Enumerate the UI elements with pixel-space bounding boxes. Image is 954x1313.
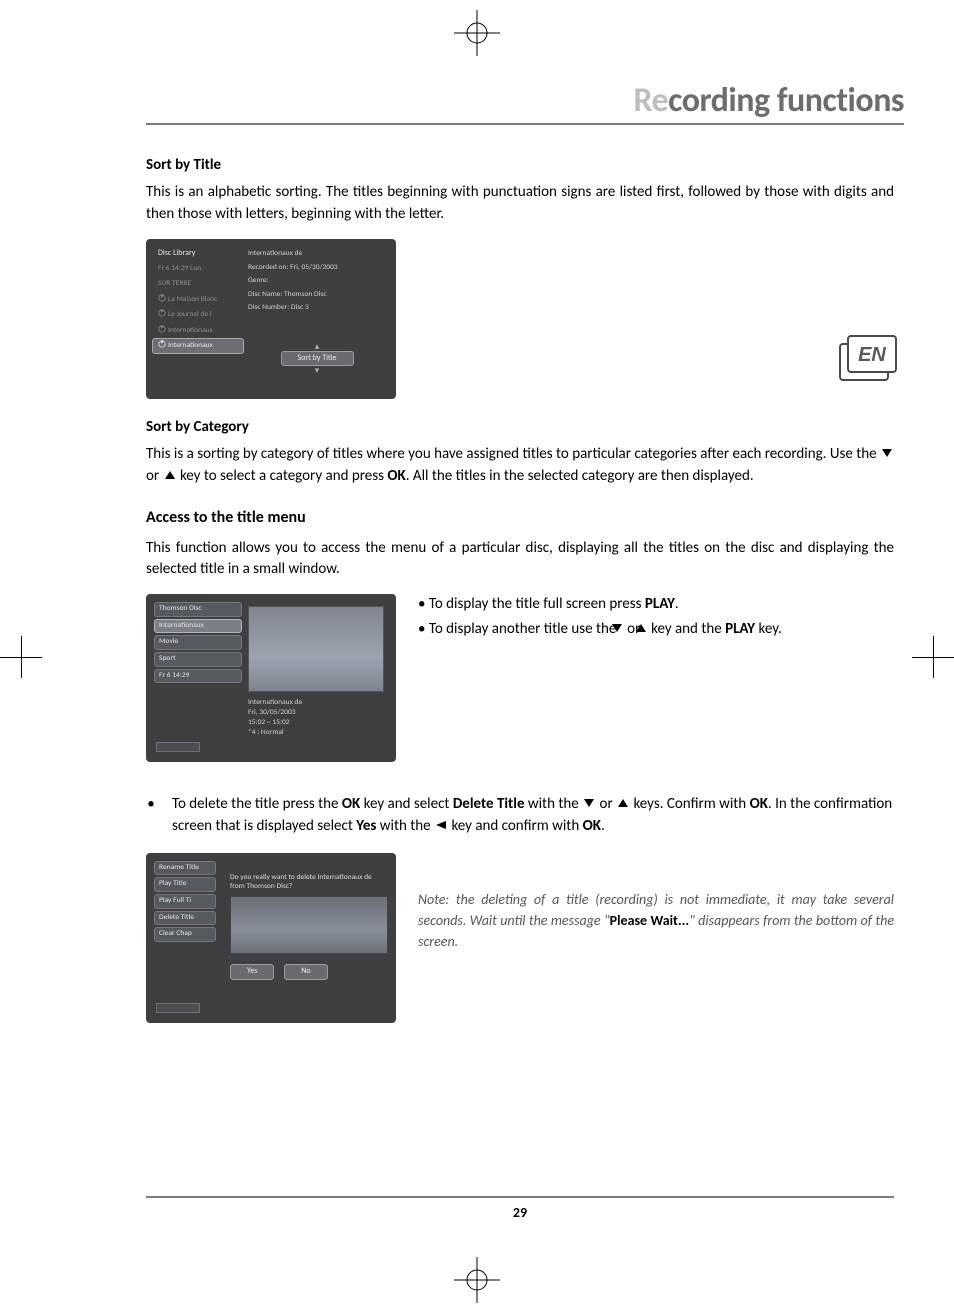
language-badge: EN (834, 332, 904, 386)
shot2-item: Thomson Disc (154, 602, 242, 617)
header-title-part1: Re (633, 80, 668, 121)
shot2-bottom-bar (156, 742, 200, 752)
shot1-item: Le Journal de l (152, 307, 244, 323)
sort-by-title-heading: Sort by Title (146, 155, 894, 176)
shot1-item: Internationaux (152, 323, 244, 339)
title-menu-bullets: To display the title full screen press P… (418, 594, 894, 646)
screenshot-disc-library: Disc Library Fr 6 14:29 Lun SUR TERRE La… (146, 239, 396, 399)
registration-mark-bottom (454, 1257, 500, 1303)
shot3-dialog-text: Do you really want to delete Internation… (230, 873, 384, 893)
shot2-item: Sport (154, 652, 242, 667)
chevron-down-icon: ▾ (248, 366, 386, 375)
shot3-bottom-bar (156, 1003, 200, 1013)
arrow-up-icon (616, 795, 630, 816)
shot3-dialog-preview (230, 896, 388, 954)
page-footer: 29 (146, 1196, 894, 1221)
shot2-caption: Internationaux de Fri, 30/05/2003 15:02 … (248, 698, 302, 739)
shot3-no-button: No (284, 964, 327, 979)
delete-title-bullet: • To delete the title press the OK key a… (146, 794, 894, 839)
svg-text:EN: EN (858, 344, 886, 366)
registration-mark-top (454, 10, 500, 56)
arrow-up-icon (644, 620, 648, 641)
shot1-info-genre: Genre: (248, 276, 386, 287)
shot2-item: Fr 6 14:29 (154, 669, 242, 684)
access-title-menu-heading: Access to the title menu (146, 507, 894, 530)
crop-mark-left (0, 636, 42, 678)
shot3-menu-item: Delete Title (154, 911, 216, 926)
shot1-item-selected: Internationaux (152, 338, 244, 354)
shot2-item-selected: Internationaux (154, 619, 242, 634)
shot1-info-title: Internationaux de (248, 249, 386, 260)
sort-by-category-para: This is a sorting by category of titles … (146, 444, 894, 489)
arrow-down-icon (582, 795, 596, 816)
shot1-item: Fr 6 14:29 Lun (152, 262, 244, 277)
shot1-item: La Maison Blanc (152, 292, 244, 308)
shot3-menu-item: Clear Chap (154, 927, 216, 942)
delete-note: Note: the deleting of a title (recording… (418, 889, 894, 952)
shot1-info-discnum: Disc Number: Disc 3 (248, 303, 386, 314)
chevron-up-icon: ▴ (248, 342, 386, 351)
shot2-item: Movie (154, 635, 242, 650)
screenshot-title-menu: Thomson Disc Internationaux Movie Sport … (146, 594, 396, 762)
arrow-left-icon (434, 817, 448, 838)
sort-by-title-para: This is an alphabetic sorting. The title… (146, 182, 894, 225)
shot2-preview (248, 606, 384, 692)
screenshot-delete-confirm: Rename Title Play Title Play Full Ti Del… (146, 853, 396, 1023)
shot1-info-recorded: Recorded on: Fri, 05/30/2003 (248, 263, 386, 274)
crop-mark-right (912, 636, 954, 678)
shot1-item: SUR TERRE (152, 277, 244, 292)
shot3-menu-item: Rename Title (154, 861, 216, 876)
arrow-down-icon (880, 445, 894, 466)
page-number: 29 (513, 1204, 527, 1221)
shot3-menu-item: Play Title (154, 877, 216, 892)
shot1-sidebar-header: Disc Library (152, 245, 244, 262)
arrow-down-icon (620, 620, 624, 641)
shot3-menu-item: Play Full Ti (154, 894, 216, 909)
arrow-up-icon (163, 467, 177, 488)
page-header: Recording functions (146, 80, 904, 125)
shot1-info-discname: Disc Name: Thomson Disc (248, 290, 386, 301)
sort-by-category-heading: Sort by Category (146, 417, 894, 438)
shot3-yes-button: Yes (230, 964, 274, 979)
shot1-sort-button: Sort by Title (281, 351, 354, 366)
header-title-part2: cording functions (668, 80, 904, 121)
access-title-menu-para: This function allows you to access the m… (146, 538, 894, 581)
